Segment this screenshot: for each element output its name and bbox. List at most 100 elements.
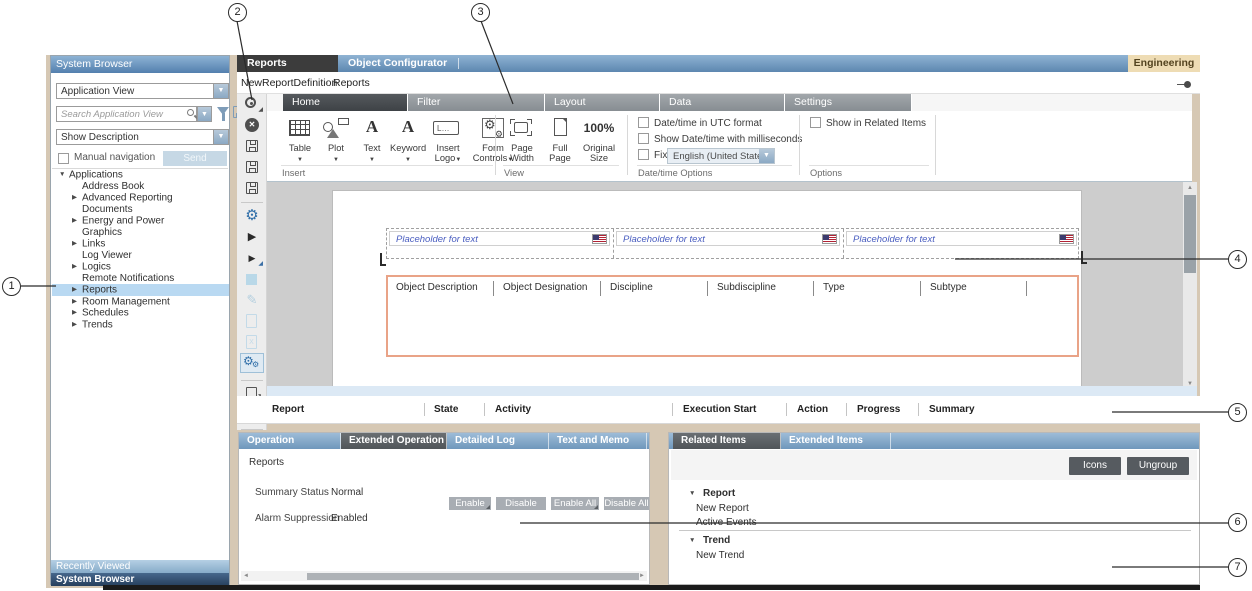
scroll-up-icon[interactable]: ▲: [1183, 182, 1197, 194]
recently-viewed-bar[interactable]: Recently Viewed: [51, 560, 229, 573]
tree-item-documents[interactable]: Documents: [52, 204, 229, 216]
report-table[interactable]: Object Description Object Designation Di…: [386, 275, 1079, 357]
locale-flag-icon[interactable]: [1059, 234, 1074, 244]
save-all-button[interactable]: [237, 178, 267, 199]
ribbon-tab-data[interactable]: Data: [660, 94, 785, 111]
exec-column-action[interactable]: Action: [797, 404, 828, 415]
expanded-arrow-icon[interactable]: ▼: [59, 169, 69, 181]
tab-reports[interactable]: Reports: [237, 55, 338, 72]
exec-column-state[interactable]: State: [434, 404, 458, 415]
full-page-button[interactable]: Full Page: [543, 115, 577, 163]
tree-item-remote-notifications[interactable]: Remote Notifications: [52, 273, 229, 285]
horizontal-scrollbar[interactable]: ◄ ►: [241, 571, 647, 581]
related-item-new-trend[interactable]: New Trend: [696, 550, 744, 561]
breadcrumb-current[interactable]: Reports: [333, 77, 370, 89]
disable-button[interactable]: Disable: [496, 497, 546, 510]
original-size-button[interactable]: 100% Original Size: [579, 115, 619, 163]
tab-operation[interactable]: Operation: [239, 433, 341, 449]
export-pdf-button[interactable]: [237, 311, 267, 332]
chevron-down-icon[interactable]: ▼: [213, 130, 228, 144]
vertical-scrollbar[interactable]: ▲ ▼: [1183, 182, 1197, 390]
group-report[interactable]: ▼Report: [689, 488, 735, 499]
search-options-dropdown[interactable]: ▼: [197, 106, 212, 122]
edit-button[interactable]: ✎: [237, 290, 267, 311]
enable-all-button[interactable]: Enable All: [551, 497, 599, 510]
scrollbar-thumb[interactable]: [1184, 195, 1196, 273]
ribbon-tab-settings[interactable]: Settings: [785, 94, 912, 111]
save-as-button[interactable]: [237, 157, 267, 178]
tree-item-advanced-reporting[interactable]: ▶Advanced Reporting: [52, 192, 229, 204]
cancel-button[interactable]: ✕: [237, 115, 267, 136]
collapsed-arrow-icon[interactable]: ▶: [72, 215, 82, 227]
chevron-down-icon[interactable]: ▼: [213, 84, 228, 98]
tree-item-energy-and-power[interactable]: ▶Energy and Power: [52, 215, 229, 227]
tab-detailed-log[interactable]: Detailed Log: [447, 433, 549, 449]
run-with-options-button[interactable]: ▶◢: [237, 248, 267, 269]
group-trend[interactable]: ▼Trend: [689, 535, 730, 546]
expanded-arrow-icon[interactable]: ▼: [689, 490, 703, 497]
collapsed-arrow-icon[interactable]: ▶: [72, 296, 82, 308]
collapsed-arrow-icon[interactable]: ▶: [72, 192, 82, 204]
fixed-locale-checkbox[interactable]: [638, 149, 649, 160]
run-report-button[interactable]: ▶: [237, 227, 267, 248]
enable-button[interactable]: Enable: [449, 497, 491, 510]
exec-column-progress[interactable]: Progress: [857, 404, 900, 415]
related-item-active-events[interactable]: Active Events: [696, 517, 757, 528]
scroll-left-icon[interactable]: ◄: [241, 571, 251, 581]
tree-item-log-viewer[interactable]: Log Viewer: [52, 250, 229, 262]
tab-text-and-memo[interactable]: Text and Memo: [549, 433, 647, 449]
exec-column-execution-start[interactable]: Execution Start: [683, 404, 756, 415]
tab-object-configurator[interactable]: Object Configurator: [338, 55, 457, 72]
scroll-right-icon[interactable]: ►: [637, 571, 647, 581]
save-button[interactable]: [237, 136, 267, 157]
milliseconds-checkbox[interactable]: [638, 133, 649, 144]
utc-format-checkbox[interactable]: [638, 117, 649, 128]
collapsed-arrow-icon[interactable]: ▶: [72, 319, 82, 331]
text-placeholder-cell[interactable]: Placeholder for text: [844, 229, 1080, 258]
display-mode-dropdown[interactable]: Show Description ▼: [56, 129, 229, 145]
locale-flag-icon[interactable]: [822, 234, 837, 244]
tab-extended-operation[interactable]: Extended Operation: [341, 433, 447, 449]
icons-button[interactable]: Icons: [1069, 457, 1121, 475]
tree-item-applications[interactable]: ▼Applications: [52, 169, 229, 181]
report-page[interactable]: Placeholder for text Placeholder for tex…: [332, 190, 1082, 394]
collapsed-arrow-icon[interactable]: ▶: [72, 307, 82, 319]
export-excel-button[interactable]: X: [237, 332, 267, 353]
pin-icon[interactable]: [1177, 82, 1191, 86]
locale-flag-icon[interactable]: [592, 234, 607, 244]
tree-item-trends[interactable]: ▶Trends: [52, 319, 229, 331]
collapsed-arrow-icon[interactable]: ▶: [72, 261, 82, 273]
chevron-down-icon[interactable]: ▼: [759, 149, 774, 163]
filter-icon[interactable]: [217, 107, 229, 115]
stop-button[interactable]: [237, 269, 267, 290]
disable-all-button[interactable]: Disable All: [604, 497, 649, 510]
ribbon-tab-layout[interactable]: Layout: [545, 94, 660, 111]
tree-item-reports[interactable]: ▶Reports: [52, 284, 229, 296]
ungroup-button[interactable]: Ungroup: [1127, 457, 1189, 475]
page-width-button[interactable]: Page Width: [503, 115, 541, 163]
insert-logo-button[interactable]: L… Insert Logo▼: [428, 115, 468, 165]
expanded-arrow-icon[interactable]: ▼: [689, 537, 703, 544]
view-selector-dropdown[interactable]: Application View ▼: [56, 83, 229, 99]
ribbon-tab-home[interactable]: Home: [283, 94, 408, 111]
scrollbar-thumb[interactable]: [307, 573, 639, 580]
insert-text-button[interactable]: A Text ▼: [354, 115, 390, 165]
send-button[interactable]: Send: [163, 151, 227, 166]
tree-item-room-management[interactable]: ▶Room Management: [52, 296, 229, 308]
search-input[interactable]: Search Application View: [56, 106, 197, 122]
tree-item-logics[interactable]: ▶Logics: [52, 261, 229, 273]
insert-plot-button[interactable]: Plot ▼: [318, 115, 354, 165]
tab-related-items[interactable]: Related Items: [673, 433, 781, 449]
insert-keyword-button[interactable]: A Keyword ▼: [390, 115, 426, 165]
text-placeholder-cell[interactable]: Placeholder for text: [387, 229, 614, 258]
settings-button[interactable]: ⚙: [237, 206, 267, 227]
report-settings-button[interactable]: ⚙ ⚙: [237, 353, 267, 377]
exec-column-activity[interactable]: Activity: [495, 404, 531, 415]
related-item-new-report[interactable]: New Report: [696, 503, 749, 514]
locale-dropdown[interactable]: English (United States) ▼: [667, 148, 775, 164]
manual-navigation-checkbox[interactable]: [58, 153, 69, 164]
show-in-related-items-checkbox[interactable]: [810, 117, 821, 128]
exec-column-summary[interactable]: Summary: [929, 404, 975, 415]
tree-item-address-book[interactable]: Address Book: [52, 181, 229, 193]
ribbon-tab-filter[interactable]: Filter: [408, 94, 545, 111]
